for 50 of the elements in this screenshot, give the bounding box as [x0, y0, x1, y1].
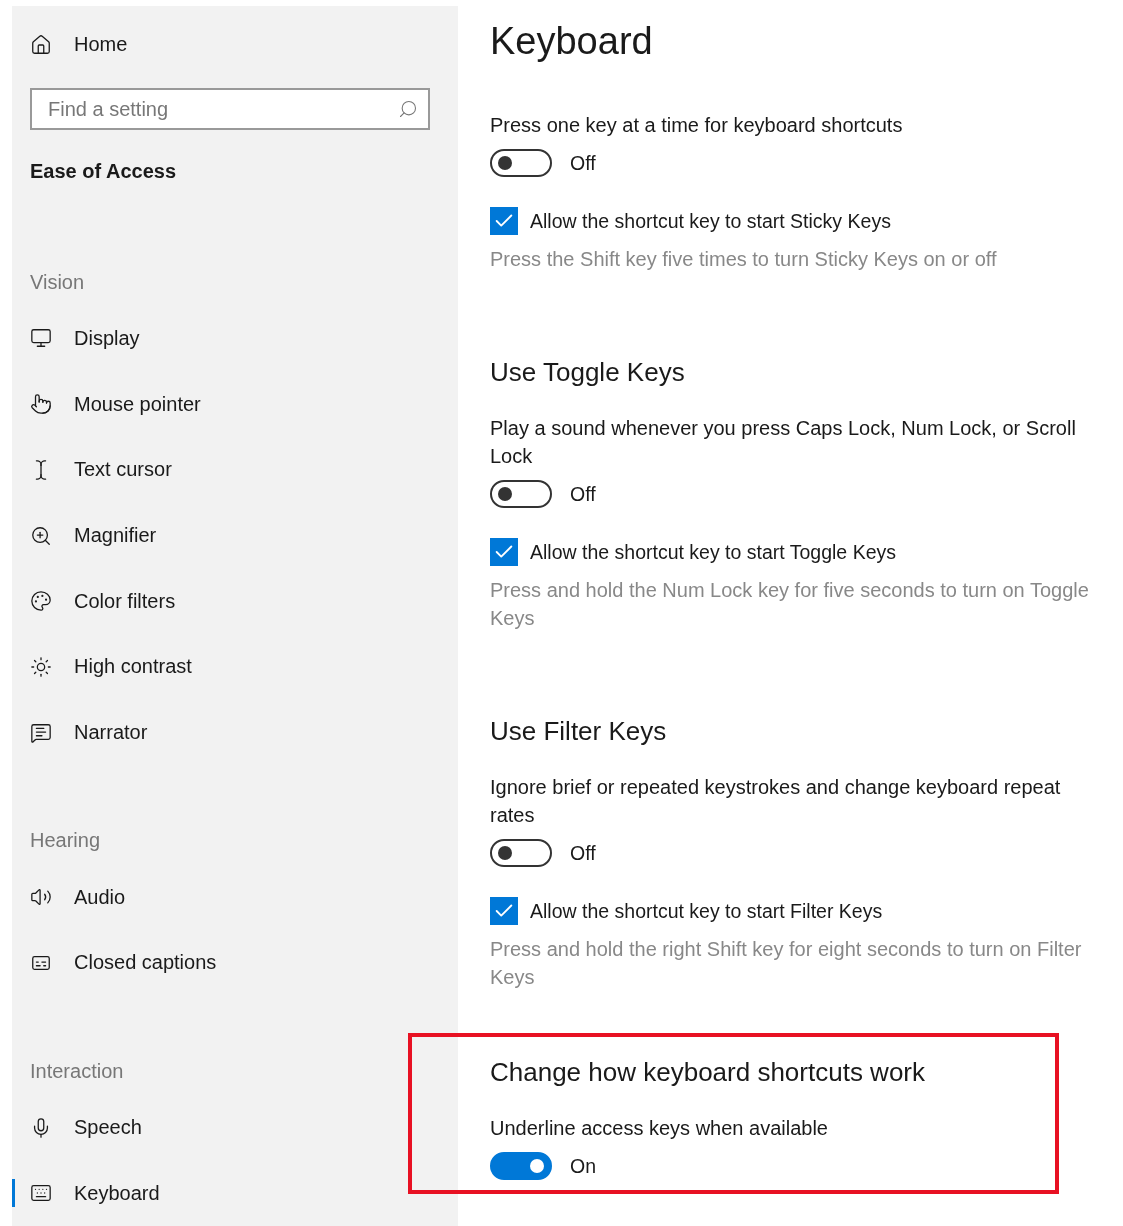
toggle-label: On: [570, 1154, 596, 1178]
setting-description: Ignore brief or repeated keystrokes and change keyboard repeat rates: [490, 775, 1062, 828]
home-link[interactable]: Home: [30, 30, 438, 60]
checkbox[interactable]: [490, 538, 518, 566]
group-heading: Hearing: [30, 829, 102, 853]
nav-item[interactable]: High contrast: [12, 634, 438, 700]
setting-description: Press one key at a time for keyboard shortcuts: [490, 113, 904, 138]
home-icon: [30, 33, 52, 56]
nav-item[interactable]: Audio: [12, 864, 438, 931]
hint-text: Press and hold the Num Lock key for five seconds to turn on Toggle Keys: [490, 578, 1090, 631]
section-heading: Use Filter Keys: [490, 716, 668, 747]
speech-bubble-icon: [30, 721, 52, 744]
nav-item[interactable]: Closed captions: [12, 930, 438, 996]
setting-description: Underline access keys when available: [490, 1116, 829, 1141]
group-heading: Vision: [30, 270, 86, 294]
category-title: Ease of Access: [30, 159, 177, 183]
toggle-switch[interactable]: [490, 839, 552, 867]
nav-item[interactable]: Text cursor: [12, 437, 438, 503]
search-field[interactable]: Find a setting: [30, 88, 430, 130]
section-heading: Change how keyboard shortcuts work: [490, 1057, 926, 1088]
toggle-label: Off: [570, 151, 596, 175]
sun-icon: [30, 655, 52, 678]
group-heading: Interaction: [30, 1059, 125, 1083]
toggle-label: Off: [570, 841, 596, 865]
hand-pointer-icon: [30, 393, 52, 416]
nav-item[interactable]: Mouse pointer: [12, 371, 438, 437]
toggle-switch[interactable]: [490, 149, 552, 177]
toggle-switch[interactable]: [490, 480, 552, 508]
palette-icon: [30, 590, 52, 613]
checkbox-label: Allow the shortcut key to start Toggle Keys: [530, 540, 896, 564]
magnifier-icon: [30, 524, 52, 547]
page-title: Keyboard: [490, 20, 654, 63]
nav-item[interactable]: Display: [12, 305, 438, 372]
search-input[interactable]: Find a setting: [46, 96, 390, 122]
nav-item[interactable]: Speech: [12, 1094, 438, 1161]
search-icon: [398, 99, 418, 120]
checkbox-label: Allow the shortcut key to start Filter Keys: [530, 899, 883, 923]
setting-description: Play a sound whenever you press Caps Lock, Num Lock, or Scroll Lock: [490, 416, 1077, 469]
nav-item[interactable]: Narrator: [12, 699, 438, 766]
display-icon: [30, 327, 52, 350]
hint-text: Press the Shift key five times to turn Sticky Keys on or off: [490, 247, 998, 272]
toggle-label: Off: [570, 482, 596, 506]
checkbox[interactable]: [490, 207, 518, 235]
checkbox-label: Allow the shortcut key to start Sticky Keys: [530, 209, 891, 233]
nav-item[interactable]: Magnifier: [12, 502, 438, 569]
section-heading: Use Toggle Keys: [490, 357, 686, 388]
checkbox[interactable]: [490, 897, 518, 925]
hint-text: Press and hold the right Shift key for eight seconds to turn on Filter Keys: [490, 937, 1083, 990]
nav-item[interactable]: Color filters: [12, 568, 438, 634]
toggle-switch[interactable]: [490, 1152, 552, 1180]
